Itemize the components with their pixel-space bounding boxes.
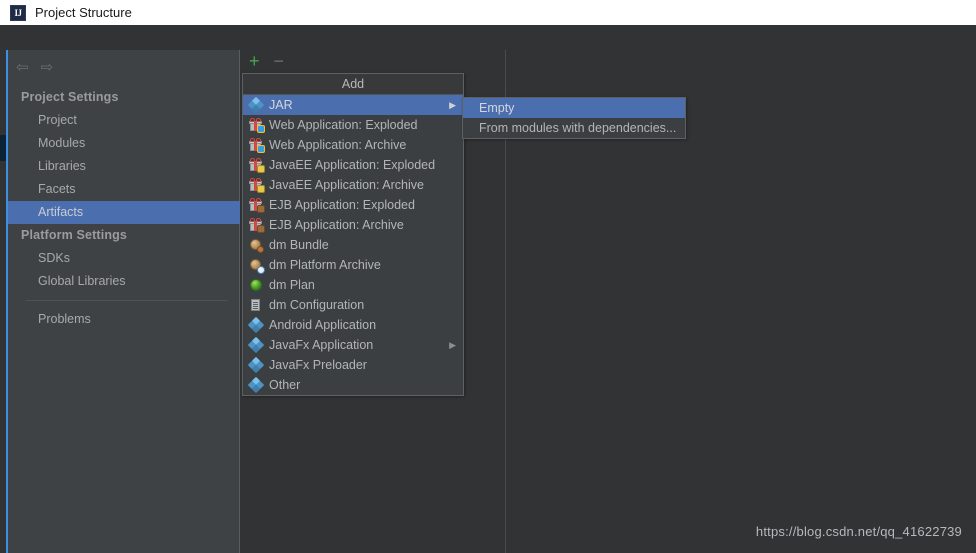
add-artifact-icon[interactable]: + (249, 52, 260, 70)
sidebar-item-artifacts[interactable]: Artifacts (8, 201, 240, 224)
menu-item-label: JavaFx Preloader (269, 358, 367, 372)
gift-box-javaee-icon (249, 158, 265, 173)
submenu-item-empty[interactable]: Empty (463, 98, 685, 118)
sidebar-item-modules[interactable]: Modules (8, 132, 240, 155)
remove-artifact-icon[interactable]: − (274, 52, 285, 70)
menu-header-add: Add (243, 74, 463, 95)
menu-item-dm-platform-archive[interactable]: dm Platform Archive (243, 255, 463, 275)
globe-icon (249, 278, 263, 292)
menu-item-label: dm Plan (269, 278, 315, 292)
watermark: https://blog.csdn.net/qq_41622739 (755, 524, 962, 539)
menu-item-javafx-preloader[interactable]: JavaFx Preloader (243, 355, 463, 375)
chevron-right-icon: ▶ (449, 100, 456, 110)
jar-submenu: Empty From modules with dependencies... (462, 97, 686, 139)
menu-item-label: dm Configuration (269, 298, 365, 312)
add-artifact-menu: Add JAR ▶ Web Application: Exploded Web … (242, 73, 464, 396)
menu-item-label: EJB Application: Archive (269, 218, 404, 232)
chevron-right-icon: ▶ (449, 340, 456, 350)
sidebar-nav-list: Project Settings Project Modules Librari… (8, 86, 240, 331)
forward-arrow-icon[interactable]: ⇨ (41, 60, 54, 75)
menu-item-javafx-application[interactable]: JavaFx Application ▶ (243, 335, 463, 355)
menu-item-label: Other (269, 378, 301, 392)
back-arrow-icon[interactable]: ⇦ (16, 60, 29, 75)
settings-sidebar: ⇦ ⇨ Project Settings Project Modules Lib… (8, 50, 240, 553)
menu-item-label: Android Application (269, 318, 377, 332)
menu-item-ejb-application-exploded[interactable]: EJB Application: Exploded (243, 195, 463, 215)
gift-box-ejb-icon (249, 198, 265, 213)
menu-item-other[interactable]: Other (243, 375, 463, 395)
window-title: Project Structure (35, 5, 132, 20)
diamond-icon (247, 96, 265, 114)
menu-item-label: JavaFx Application (269, 338, 374, 352)
menu-item-ejb-application-archive[interactable]: EJB Application: Archive (243, 215, 463, 235)
sidebar-item-sdks[interactable]: SDKs (8, 247, 240, 270)
menu-item-web-application-exploded[interactable]: Web Application: Exploded (243, 115, 463, 135)
menu-item-label: JAR (269, 98, 293, 112)
gift-box-web-icon (249, 138, 265, 153)
diamond-icon (247, 336, 265, 354)
menu-item-label: dm Platform Archive (269, 258, 381, 272)
sidebar-item-project[interactable]: Project (8, 109, 240, 132)
menu-item-android-application[interactable]: Android Application (243, 315, 463, 335)
document-icon (249, 298, 263, 312)
menu-item-javaee-application-archive[interactable]: JavaEE Application: Archive (243, 175, 463, 195)
navigation-arrows: ⇦ ⇨ (16, 57, 53, 77)
menu-item-label: dm Bundle (269, 238, 329, 252)
gift-box-ejb-icon (249, 218, 265, 233)
menu-item-dm-configuration[interactable]: dm Configuration (243, 295, 463, 315)
sidebar-group-header-platform-settings: Platform Settings (21, 228, 128, 242)
menu-item-javaee-application-exploded[interactable]: JavaEE Application: Exploded (243, 155, 463, 175)
dialog-body: ⇦ ⇨ Project Settings Project Modules Lib… (0, 25, 976, 553)
sidebar-item-facets[interactable]: Facets (8, 178, 240, 201)
menu-item-web-application-archive[interactable]: Web Application: Archive (243, 135, 463, 155)
menu-item-label: JavaEE Application: Archive (269, 178, 424, 192)
menu-item-jar[interactable]: JAR ▶ (243, 95, 463, 115)
window-titlebar: IJ Project Structure (0, 0, 976, 26)
submenu-item-label: From modules with dependencies... (479, 121, 677, 135)
artifacts-toolbar: + − (241, 50, 284, 71)
gift-box-javaee-icon (249, 178, 265, 193)
menu-item-label: JavaEE Application: Exploded (269, 158, 436, 172)
gift-box-web-icon (249, 118, 265, 133)
menu-item-label: Web Application: Exploded (269, 118, 418, 132)
diamond-icon (247, 316, 265, 334)
menu-item-dm-plan[interactable]: dm Plan (243, 275, 463, 295)
intellij-idea-icon: IJ (10, 4, 26, 21)
sidebar-group-header-project-settings: Project Settings (21, 90, 119, 104)
sidebar-item-problems[interactable]: Problems (8, 308, 240, 331)
app-icon-label: IJ (14, 7, 22, 18)
submenu-item-from-modules-with-dependencies[interactable]: From modules with dependencies... (463, 118, 685, 138)
sidebar-item-libraries[interactable]: Libraries (8, 155, 240, 178)
artifacts-pane: + − Add JAR ▶ Web Application: Exploded … (241, 50, 976, 553)
diamond-icon (247, 356, 265, 374)
diamond-icon (247, 376, 265, 394)
menu-item-label: EJB Application: Exploded (269, 198, 415, 212)
menu-item-dm-bundle[interactable]: dm Bundle (243, 235, 463, 255)
sphere-archive-icon (249, 258, 265, 274)
sidebar-item-global-libraries[interactable]: Global Libraries (8, 270, 240, 293)
project-structure-window: IJ Project Structure ⇦ ⇨ Project Setting… (0, 0, 976, 553)
menu-item-label: Web Application: Archive (269, 138, 407, 152)
sidebar-divider (26, 300, 228, 301)
sphere-icon (249, 238, 264, 253)
submenu-item-label: Empty (479, 101, 515, 115)
